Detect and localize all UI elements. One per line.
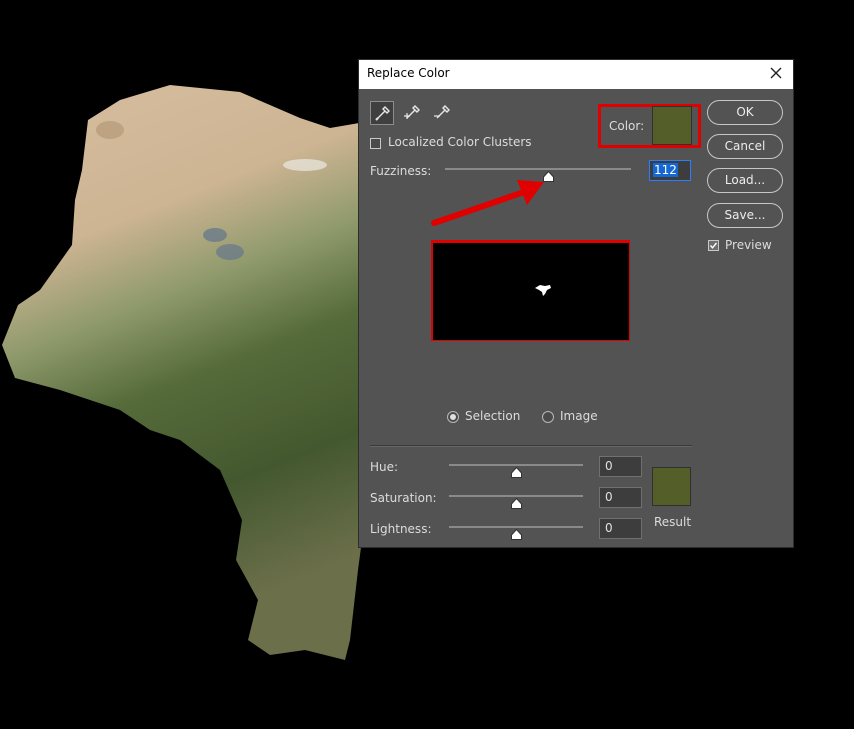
saturation-slider-thumb[interactable] [511,498,522,509]
hue-slider-thumb[interactable] [511,467,522,478]
hue-label: Hue: [370,460,399,474]
eyedropper-minus-icon [434,105,450,119]
dialog-titlebar: Replace Color [359,60,793,89]
selection-radio-label: Selection [465,409,521,423]
preview-label: Preview [725,238,772,252]
hue-slider-track[interactable] [449,464,583,466]
ok-button[interactable]: OK [707,100,783,125]
selection-radio[interactable] [447,411,459,423]
localized-color-clusters-checkbox[interactable] [370,138,381,149]
localized-color-clusters-label: Localized Color Clusters [388,135,532,149]
color-swatch[interactable] [652,106,692,145]
close-icon[interactable] [766,63,786,83]
lightness-input[interactable]: 0 [599,518,642,539]
eyedropper-plus-icon [404,105,420,119]
lightness-slider-track[interactable] [449,526,583,528]
dialog-title: Replace Color [367,66,450,80]
selection-mask-shape [535,285,551,296]
image-radio[interactable] [542,411,554,423]
fuzziness-input[interactable]: 112 [649,160,691,181]
fuzziness-value: 112 [653,163,678,177]
color-label: Color: [609,119,645,133]
fuzziness-label: Fuzziness: [370,164,432,178]
result-swatch[interactable] [652,467,691,506]
preview-checkbox[interactable] [708,240,719,251]
eyedropper-tool[interactable] [370,101,394,125]
eyedropper-add-tool[interactable] [401,101,425,125]
annotation-arrow [431,180,544,226]
section-divider [370,445,692,447]
saturation-input[interactable]: 0 [599,487,642,508]
result-label: Result [654,515,692,529]
replace-color-dialog: Replace Color Localized Color Clusters C… [358,59,794,548]
save-button[interactable]: Save... [707,203,783,228]
load-button[interactable]: Load... [707,168,783,193]
lightness-label: Lightness: [370,522,432,536]
image-radio-label: Image [560,409,598,423]
eyedropper-icon [375,106,390,121]
saturation-label: Saturation: [370,491,437,505]
cancel-button[interactable]: Cancel [707,134,783,159]
saturation-slider-track[interactable] [449,495,583,497]
hue-input[interactable]: 0 [599,456,642,477]
lightness-slider-thumb[interactable] [511,529,522,540]
check-icon [709,242,718,249]
selection-preview [433,243,629,340]
eyedropper-subtract-tool[interactable] [431,101,455,125]
